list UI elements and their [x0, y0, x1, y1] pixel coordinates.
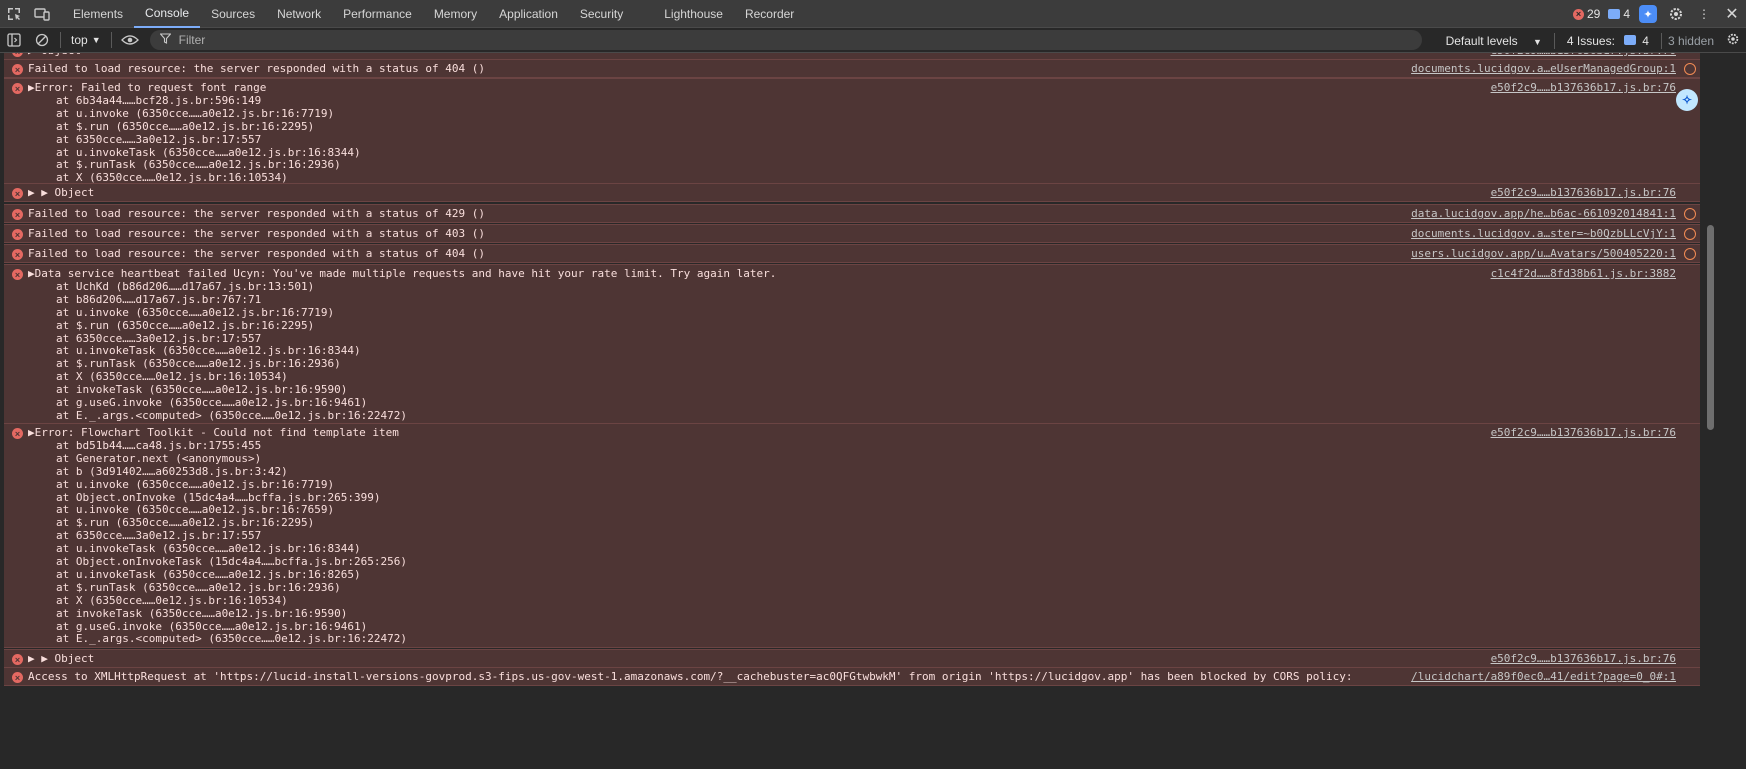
issue-icon: [1624, 34, 1637, 45]
issues-count: 4: [1642, 33, 1649, 48]
error-message-text[interactable]: ▶ ▶ Object: [28, 652, 94, 666]
context-label: top: [71, 33, 88, 47]
console-messages: × ▶ Object e50f2c9……b137636b17.js.br:76 × Fa…: [0, 53, 1700, 769]
tab-security[interactable]: Security: [569, 0, 653, 28]
console-error-entry[interactable]: × Failed to load resource: the server res…: [4, 204, 1700, 223]
error-icon: ×: [12, 654, 23, 665]
source-link[interactable]: e50f2c9……b137636b17.js.br:76: [1491, 652, 1676, 666]
error-message-text[interactable]: ▶ Object: [28, 53, 81, 58]
console-error-entry[interactable]: × ▶ ▶ Object e50f2c9……b137636b17.js.br:76: [4, 183, 1700, 202]
tab-lighthouse[interactable]: Lighthouse: [653, 0, 734, 28]
toolbar-divider: [60, 32, 61, 48]
source-link[interactable]: users.lucidgov.app/u…Avatars/500405220:1: [1411, 247, 1676, 261]
network-request-icon[interactable]: [1684, 228, 1696, 240]
console-settings-gear-icon[interactable]: [1720, 32, 1746, 49]
inspect-element-icon[interactable]: [0, 0, 28, 28]
chevron-down-icon: ▼: [91, 35, 101, 45]
error-message-text[interactable]: Failed to load resource: the server resp…: [28, 207, 485, 221]
tab-performance[interactable]: Performance: [332, 0, 423, 28]
chevron-down-icon: ▼: [1532, 36, 1542, 47]
filter-icon: [158, 33, 172, 47]
network-request-icon[interactable]: [1684, 63, 1696, 75]
tab-console[interactable]: Console: [134, 0, 201, 28]
live-expression-eye-icon[interactable]: [116, 28, 144, 53]
source-link[interactable]: e50f2c9……b137636b17.js.br:76: [1491, 53, 1676, 58]
tab-network[interactable]: Network: [266, 0, 332, 28]
message-count: 4: [1623, 7, 1630, 21]
console-error-entry[interactable]: × ▶Data service heartbeat failed Ucyn: Yo…: [4, 264, 1700, 425]
source-link[interactable]: documents.lucidgov.a…eUserManagedGroup:1: [1411, 62, 1676, 76]
hidden-count: 3 hidden: [1667, 33, 1714, 48]
error-message-text[interactable]: ▶ ▶ Object: [28, 186, 94, 200]
source-link[interactable]: data.lucidgov.app/he…b6ac-661092014841:1: [1411, 207, 1676, 221]
error-icon: ×: [1572, 8, 1584, 20]
ai-assistant-icon[interactable]: ✦: [1634, 0, 1662, 28]
error-icon: ×: [12, 188, 23, 199]
error-icon: ×: [12, 229, 23, 240]
error-counter[interactable]: × 29: [1569, 7, 1604, 21]
source-link[interactable]: e50f2c9……b137636b17.js.br:76: [1491, 81, 1676, 95]
tabbar-right: × 29 4 ✦ ⋮ ✕: [1569, 0, 1746, 28]
issues-button[interactable]: 4 Issues: 4: [1555, 34, 1661, 48]
tab-elements[interactable]: Elements: [62, 0, 134, 28]
tab-sources[interactable]: Sources: [200, 0, 266, 28]
console-error-entry[interactable]: × ▶Error: Flowchart Toolkit - Could not f…: [4, 423, 1700, 649]
scrollbar-thumb[interactable]: [1707, 225, 1714, 430]
source-link[interactable]: c1c4f2d……8fd38b61.js.br:3882: [1491, 267, 1676, 281]
source-link[interactable]: /lucidchart/a89f0ec0…41/edit?page=0_0#:1: [1411, 670, 1676, 684]
sidebar-toggle-icon[interactable]: [0, 28, 28, 53]
stack-frame[interactable]: at E._.args.<computed> (6350cce……0e12.js…: [56, 409, 407, 423]
stack-frame[interactable]: at E._.args.<computed> (6350cce……0e12.js…: [56, 632, 407, 646]
source-link[interactable]: e50f2c9……b137636b17.js.br:76: [1491, 426, 1676, 440]
more-options-icon[interactable]: ⋮: [1690, 0, 1718, 28]
toolbar-divider: [110, 32, 112, 48]
console-error-entry[interactable]: × Access to XMLHttpRequest at 'https://lu…: [4, 667, 1700, 686]
source-link[interactable]: documents.lucidgov.a…ster=~b0QzbLLcVjY:1: [1411, 227, 1676, 241]
error-icon: ×: [12, 249, 23, 260]
close-icon[interactable]: ✕: [1718, 0, 1746, 28]
console-error-entry[interactable]: × Failed to load resource: the server res…: [4, 224, 1700, 243]
console-error-entry[interactable]: × Failed to load resource: the server res…: [4, 244, 1700, 263]
network-request-icon[interactable]: [1684, 208, 1696, 220]
filter-box[interactable]: [149, 30, 1422, 50]
error-icon: ×: [12, 64, 23, 75]
message-icon: [1608, 9, 1621, 19]
source-link[interactable]: e50f2c9……b137636b17.js.br:76: [1491, 186, 1676, 200]
device-toolbar-icon[interactable]: [28, 0, 56, 28]
filter-input[interactable]: [178, 33, 1379, 47]
error-icon: ×: [12, 672, 23, 683]
devtools-tabbar: Elements Console Sources Network Perform…: [0, 0, 1746, 28]
settings-gear-icon[interactable]: [1662, 0, 1690, 28]
error-message-text[interactable]: Failed to load resource: the server resp…: [28, 247, 485, 261]
error-icon: ×: [12, 83, 23, 94]
console-toolbar: top ▼ Default levels ▼ 4 Issues: 4 3 hid…: [0, 28, 1746, 53]
error-message-text[interactable]: Failed to load resource: the server resp…: [28, 227, 485, 241]
error-message-text[interactable]: Failed to load resource: the server resp…: [28, 62, 485, 76]
error-icon: ×: [12, 53, 23, 57]
error-icon: ×: [12, 428, 23, 439]
log-levels-dropdown[interactable]: Default levels ▼: [1434, 34, 1554, 48]
network-request-icon[interactable]: [1684, 248, 1696, 260]
toolbar-right: Default levels ▼ 4 Issues: 4 3 hidden: [1434, 28, 1746, 53]
error-icon: ×: [12, 209, 23, 220]
ai-explain-icon[interactable]: ✧: [1676, 89, 1698, 111]
tab-memory[interactable]: Memory: [423, 0, 488, 28]
console-error-entry[interactable]: × Failed to load resource: the server res…: [4, 59, 1700, 78]
tab-recorder[interactable]: Recorder: [734, 0, 805, 28]
error-icon: ×: [12, 269, 23, 280]
tab-application[interactable]: Application: [488, 0, 569, 28]
error-count: 29: [1586, 7, 1601, 21]
console-error-entry[interactable]: × ▶ ▶ Object e50f2c9……b137636b17.js.br:76: [4, 649, 1700, 668]
log-levels-label: Default levels: [1445, 33, 1518, 48]
clear-console-icon[interactable]: [28, 28, 56, 53]
error-message-text[interactable]: Access to XMLHttpRequest at 'https://luc…: [28, 670, 1353, 684]
context-selector[interactable]: top ▼: [65, 33, 107, 47]
issues-label: 4 Issues:: [1566, 33, 1615, 48]
console-error-entry[interactable]: × ▶Error: Failed to request font range e50…: [4, 78, 1700, 188]
panel-tabs: Elements Console Sources Network Perform…: [62, 0, 805, 28]
message-counter[interactable]: 4: [1604, 7, 1634, 21]
